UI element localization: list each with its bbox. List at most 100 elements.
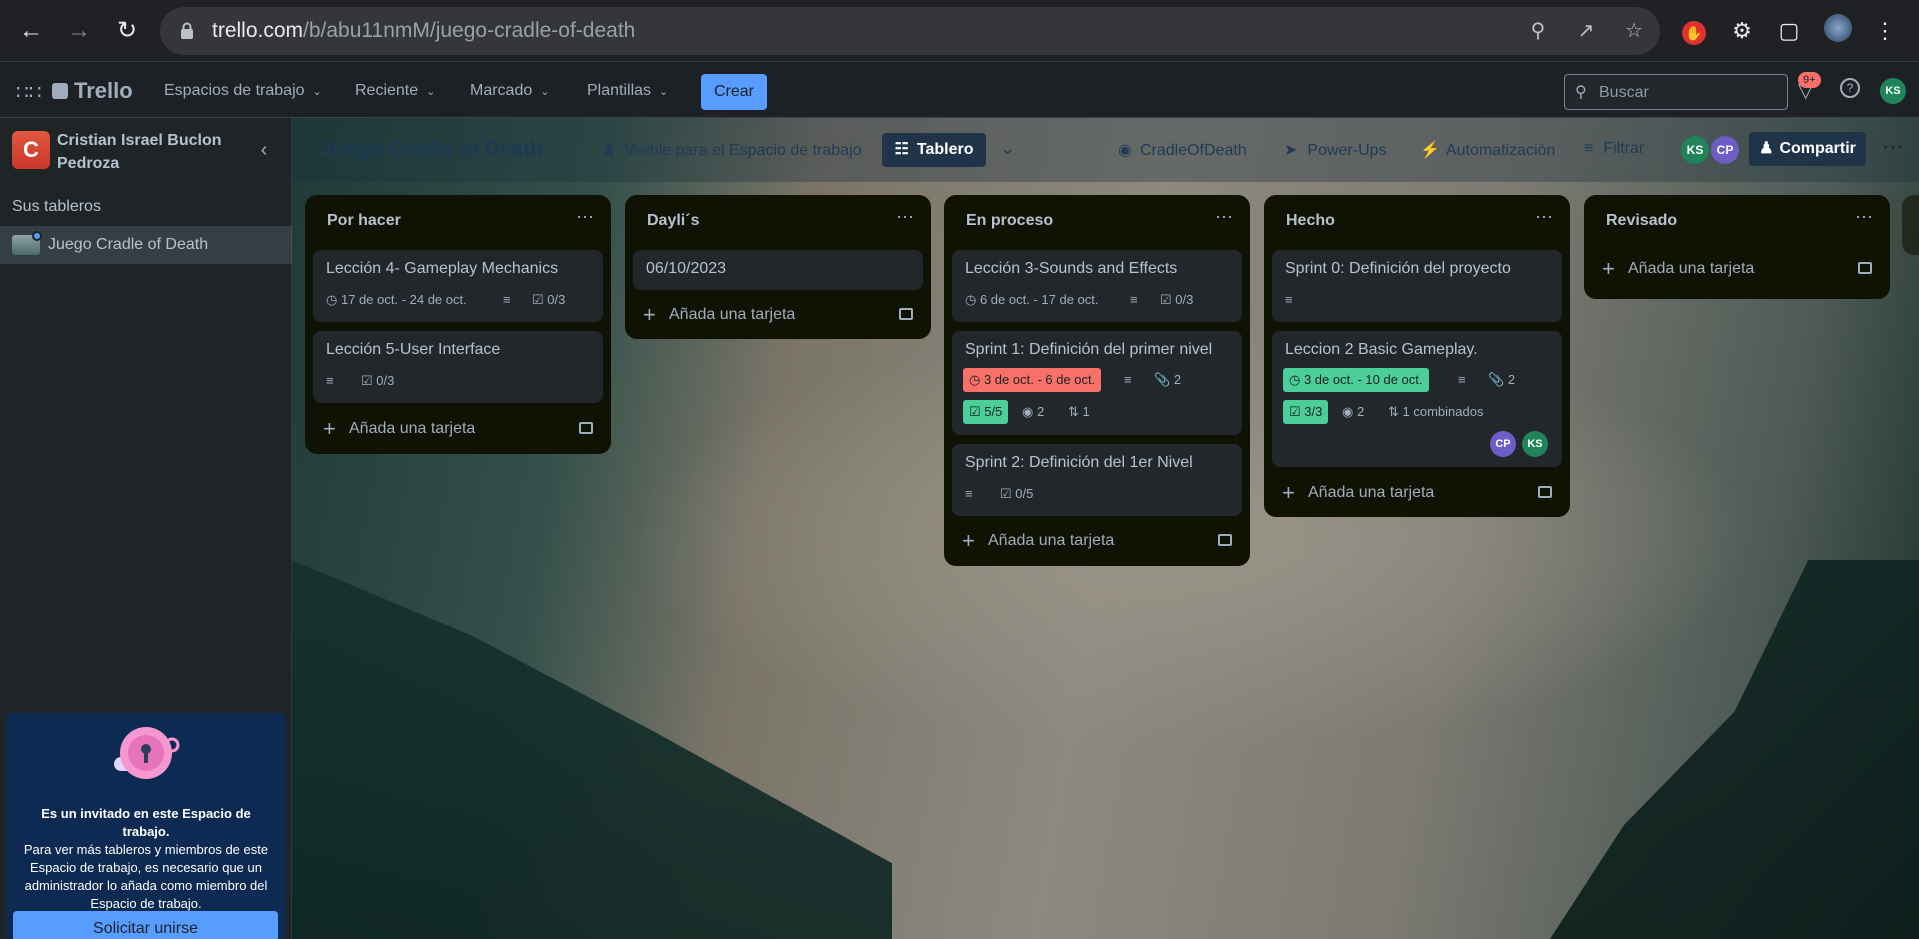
- description-icon: ≡: [1285, 292, 1293, 307]
- automation-button[interactable]: ⚡ Automatización: [1420, 140, 1555, 160]
- reload-icon[interactable]: ↻: [110, 14, 144, 48]
- card-title: Sprint 1: Definición del primer nivel: [965, 341, 1213, 358]
- trello-logo-icon: [52, 83, 68, 99]
- people-icon: ♟: [602, 142, 617, 159]
- checklist-complete-badge: ☑ 5/5: [963, 400, 1009, 424]
- card-member-avatar[interactable]: KS: [1522, 431, 1548, 457]
- address-bar[interactable]: trello.com/b/abu11nmM/juego-cradle-of-de…: [160, 7, 1660, 55]
- menu-recent[interactable]: Reciente ⌄: [355, 76, 435, 106]
- user-avatar[interactable]: KS: [1880, 78, 1906, 104]
- list-title[interactable]: En proceso: [966, 212, 1053, 230]
- list-en-proceso: En proceso ⋯ Lección 3-Sounds and Effect…: [944, 195, 1250, 566]
- browser-menu-icon[interactable]: ⋮: [1868, 14, 1902, 48]
- card-template-icon[interactable]: [1218, 534, 1232, 546]
- card[interactable]: Lección 3-Sounds and Effects ◷ 6 de oct.…: [952, 250, 1242, 322]
- checklist-badge: ☑ 0/5: [1000, 486, 1034, 501]
- view-board-button[interactable]: ☷ Tablero: [882, 133, 986, 167]
- trello-header: ∷∷ Trello Espacios de trabajo ⌄ Reciente ⌄…: [0, 62, 1919, 118]
- checklist-badge: ☑ 0/3: [1160, 292, 1194, 307]
- trello-logo[interactable]: Trello: [52, 76, 133, 106]
- card[interactable]: Sprint 0: Definición del proyecto ≡: [1272, 250, 1562, 322]
- card-title: 06/10/2023: [646, 260, 727, 277]
- list-menu-icon[interactable]: ⋯: [896, 207, 915, 228]
- member-avatar[interactable]: KS: [1681, 136, 1709, 164]
- card[interactable]: Leccion 2 Basic Gameplay. ◷ 3 de oct. - …: [1272, 331, 1562, 467]
- card-template-icon[interactable]: [579, 422, 593, 434]
- side-panel-icon[interactable]: ▢: [1772, 14, 1806, 48]
- board-menu-icon[interactable]: ⋯: [1882, 134, 1904, 160]
- clock-icon: ◷: [326, 292, 338, 307]
- collapse-sidebar-icon[interactable]: ‹: [250, 136, 278, 164]
- powerups-button[interactable]: ➤ Power-Ups: [1284, 140, 1387, 160]
- add-card-button[interactable]: + Añada una tarjeta: [313, 411, 603, 447]
- checklist-complete-badge: ☑ 3/3: [1283, 400, 1329, 424]
- share-label: Compartir: [1779, 140, 1856, 157]
- board-title[interactable]: Juego Cradle of Death: [320, 138, 543, 162]
- search-input[interactable]: ⚲ Buscar: [1564, 74, 1788, 110]
- add-card-button[interactable]: + Añada una tarjeta: [1592, 251, 1882, 287]
- description-icon: ≡: [1124, 372, 1132, 387]
- attachments-badge: 📎 2: [1488, 372, 1516, 387]
- app-switcher-icon[interactable]: ∷∷: [16, 80, 41, 105]
- merged-badge: ⇅ 1 combinados: [1388, 404, 1484, 419]
- list-title[interactable]: Revisado: [1606, 212, 1677, 230]
- board-view-icon: ☷: [894, 141, 909, 158]
- url-text: trello.com/b/abu11nmM/juego-cradle-of-de…: [212, 19, 636, 42]
- list-title[interactable]: Por hacer: [327, 212, 401, 230]
- card-template-icon[interactable]: [1538, 486, 1552, 498]
- card[interactable]: Lección 5-User Interface ≡ ☑ 0/3: [313, 331, 603, 403]
- menu-templates[interactable]: Plantillas ⌄: [587, 76, 668, 106]
- plus-icon: +: [323, 416, 336, 441]
- profile-avatar-icon[interactable]: [1821, 14, 1855, 48]
- list-menu-icon[interactable]: ⋯: [1215, 207, 1234, 228]
- list-menu-icon[interactable]: ⋯: [576, 207, 595, 228]
- create-button[interactable]: Crear: [701, 74, 767, 110]
- menu-starred[interactable]: Marcado ⌄: [470, 76, 549, 106]
- invite-body: Para ver más tableros y miembros de este…: [23, 842, 269, 911]
- github-powerup-button[interactable]: ◉ CradleOfDeath: [1118, 140, 1247, 160]
- card[interactable]: Lección 4- Gameplay Mechanics ◷ 17 de oc…: [313, 250, 603, 322]
- zoom-icon[interactable]: ⚲: [1526, 19, 1550, 43]
- plus-icon: +: [962, 528, 975, 553]
- bookmark-star-icon[interactable]: ☆: [1622, 19, 1646, 43]
- boards-heading: Sus tableros: [12, 198, 101, 215]
- add-card-button[interactable]: + Añada una tarjeta: [1272, 475, 1562, 511]
- due-date-overdue-badge: ◷ 3 de oct. - 6 de oct.: [963, 368, 1102, 392]
- list-menu-icon[interactable]: ⋯: [1855, 207, 1874, 228]
- list-menu-icon[interactable]: ⋯: [1535, 207, 1554, 228]
- card-member-avatar[interactable]: CP: [1490, 431, 1516, 457]
- card-title: Lección 3-Sounds and Effects: [965, 260, 1178, 277]
- card[interactable]: Sprint 1: Definición del primer nivel ◷ …: [952, 331, 1242, 435]
- adblock-extension-icon[interactable]: ✋: [1677, 14, 1711, 48]
- help-icon[interactable]: ?: [1840, 78, 1860, 98]
- menu-workspaces[interactable]: Espacios de trabajo ⌄: [164, 76, 322, 106]
- share-page-icon[interactable]: ↗: [1574, 19, 1598, 43]
- list-title[interactable]: Hecho: [1286, 212, 1335, 230]
- share-button[interactable]: ♟ Compartir: [1749, 132, 1866, 166]
- checklist-badge: ☑ 0/3: [532, 292, 566, 307]
- pull-request-icon: ⇅: [1068, 404, 1079, 419]
- card-title: Leccion 2 Basic Gameplay.: [1285, 341, 1478, 358]
- workspace-name[interactable]: Cristian Israel Buclon Pedroza: [57, 129, 247, 175]
- filter-button[interactable]: ≡ Filtrar: [1584, 140, 1644, 158]
- checklist-badge: ☑ 0/3: [361, 373, 395, 388]
- due-date-badge: ◷ 6 de oct. - 17 de oct.: [965, 292, 1099, 307]
- extensions-puzzle-icon[interactable]: ⚙: [1725, 14, 1759, 48]
- visibility-button[interactable]: ♟ Visible para el Espacio de trabajo: [602, 140, 862, 160]
- add-card-button[interactable]: + Añada una tarjeta: [952, 523, 1242, 559]
- add-card-button[interactable]: + Añada una tarjeta: [633, 297, 923, 333]
- sidebar-item-board[interactable]: Juego Cradle of Death: [0, 226, 292, 264]
- card[interactable]: 06/10/2023: [633, 250, 923, 290]
- checkbox-icon: ☑: [1000, 486, 1012, 501]
- browser-toolbar: ← → ↻ trello.com/b/abu11nmM/juego-cradle…: [0, 0, 1919, 62]
- card-template-icon[interactable]: [899, 308, 913, 320]
- view-switcher-chevron-icon[interactable]: ⌄: [1000, 138, 1015, 159]
- card[interactable]: Sprint 2: Definición del 1er Nivel ≡ ☑ 0…: [952, 444, 1242, 516]
- list-title[interactable]: Dayli´s: [647, 212, 699, 230]
- request-join-button[interactable]: Solicitar unirse: [13, 911, 278, 939]
- back-icon[interactable]: ←: [14, 14, 48, 48]
- star-board-icon[interactable]: ☆: [556, 137, 574, 162]
- forward-icon[interactable]: →: [62, 14, 96, 48]
- member-avatar[interactable]: CP: [1711, 136, 1739, 164]
- card-template-icon[interactable]: [1858, 262, 1872, 274]
